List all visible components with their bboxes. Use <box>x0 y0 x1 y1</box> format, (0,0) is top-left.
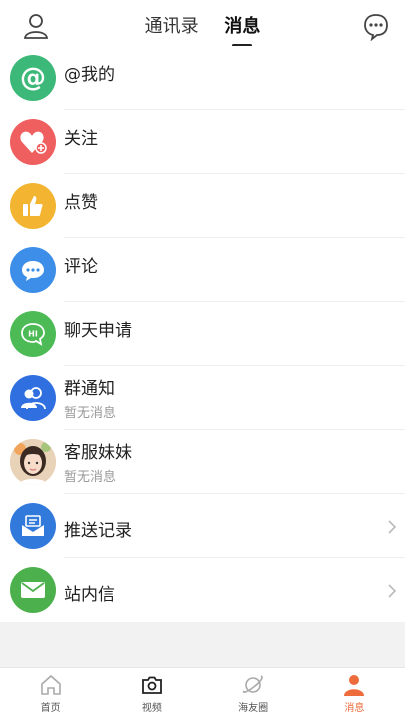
list-footer-space <box>0 622 405 672</box>
message-item-comments[interactable]: 评论 <box>0 238 405 302</box>
message-item-group-notice[interactable]: 群通知 暂无消息 <box>0 366 405 430</box>
planet-icon <box>242 675 263 693</box>
mail-icon <box>10 567 56 613</box>
tab-switcher: 通讯录 消息 <box>0 12 405 47</box>
message-item-title: 客服妹妹 <box>64 443 132 463</box>
message-item-subtitle: 暂无消息 <box>64 470 117 485</box>
message-item-chat-requests[interactable]: HI 聊天申请 <box>0 302 405 366</box>
message-item-title: 站内信 <box>64 585 115 605</box>
message-item-customer-service[interactable]: 客服妹妹 暂无消息 <box>0 430 405 494</box>
message-item-title: 推送记录 <box>64 521 132 541</box>
home-icon <box>40 674 61 695</box>
message-item-site-mail[interactable]: 站内信 <box>0 558 405 622</box>
tab-contacts[interactable]: 通讯录 <box>145 12 199 38</box>
message-item-title: 评论 <box>64 257 98 277</box>
at-icon: @ <box>10 55 56 101</box>
message-item-mentions[interactable]: @ @我的 <box>0 46 405 110</box>
nav-circle[interactable]: 海友圈 <box>203 668 304 720</box>
heart-plus-icon <box>10 119 56 165</box>
nav-video[interactable]: 视频 <box>101 668 202 720</box>
comment-icon <box>10 247 56 293</box>
message-item-follow[interactable]: 关注 <box>0 110 405 174</box>
message-item-title: 聊天申请 <box>64 321 132 341</box>
inbox-icon <box>10 503 56 549</box>
thumbs-up-icon <box>10 183 56 229</box>
nav-label: 视频 <box>141 703 162 714</box>
chevron-right-icon <box>388 520 397 534</box>
nav-label: 海友圈 <box>238 703 269 714</box>
person-icon <box>344 675 365 696</box>
support-avatar <box>10 439 56 485</box>
nav-home[interactable]: 首页 <box>0 668 101 720</box>
nav-label: 消息 <box>344 703 365 714</box>
nav-messages[interactable]: 消息 <box>304 668 405 720</box>
chevron-right-icon <box>388 584 397 598</box>
bottom-nav: 首页 视频 海友圈 消息 <box>0 667 405 720</box>
chat-more-icon[interactable] <box>361 11 391 41</box>
message-item-likes[interactable]: 点赞 <box>0 174 405 238</box>
message-item-title: @我的 <box>64 65 115 85</box>
message-item-subtitle: 暂无消息 <box>64 406 117 421</box>
nav-label: 首页 <box>40 703 61 714</box>
svg-text:HI: HI <box>28 330 38 339</box>
message-item-title: 关注 <box>64 129 98 149</box>
message-item-title: 点赞 <box>64 193 98 213</box>
top-bar: 通讯录 消息 <box>0 0 405 52</box>
hi-chat-icon: HI <box>10 311 56 357</box>
message-item-title: 群通知 <box>64 379 115 399</box>
group-icon <box>10 375 56 421</box>
message-item-push-records[interactable]: 推送记录 <box>0 494 405 558</box>
tab-messages[interactable]: 消息 <box>224 12 260 47</box>
camera-icon <box>141 676 162 694</box>
message-list: @ @我的 关注 点赞 评论 HI 聊天申请 群通知 暂无消息 客服妹妹 暂无消… <box>0 46 405 622</box>
